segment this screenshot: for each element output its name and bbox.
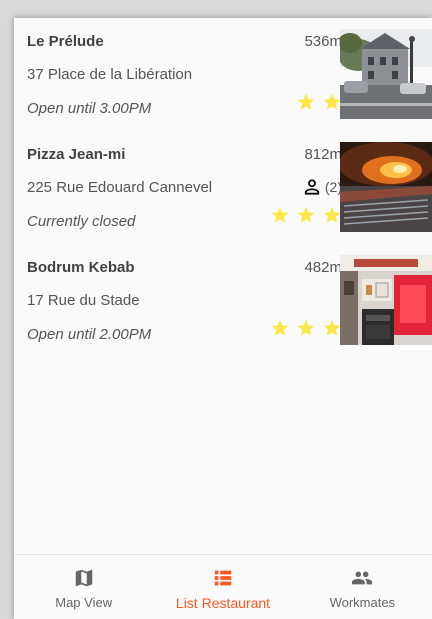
- person-outline-icon: [304, 179, 320, 195]
- restaurant-list[interactable]: Le Prélude 536m 37 Place de la Libératio…: [14, 18, 432, 357]
- app-screen: Le Prélude 536m 37 Place de la Libératio…: [14, 18, 432, 619]
- star-icon: [323, 319, 341, 336]
- rating-stars: [296, 92, 342, 112]
- star-icon: [297, 319, 315, 336]
- nav-label: List Restaurant: [175, 595, 271, 611]
- restaurant-hours: Open until 2.00PM: [27, 326, 152, 343]
- kebab-shop-photo: [340, 255, 432, 345]
- star-icon: [271, 206, 289, 223]
- restaurant-name: Le Prélude: [27, 33, 104, 50]
- workmates-count: (2): [302, 177, 342, 197]
- rating-stars: [270, 318, 342, 338]
- restaurant-address: 37 Place de la Libération: [27, 66, 193, 83]
- nav-label: Workmates: [329, 595, 396, 610]
- street-scene-photo: [340, 29, 432, 119]
- list-icon: [214, 570, 232, 586]
- star-icon: [323, 206, 341, 223]
- restaurant-address: 17 Rue du Stade: [27, 292, 140, 309]
- restaurant-name: Bodrum Kebab: [27, 259, 135, 276]
- nav-map-view[interactable]: Map View: [14, 555, 153, 619]
- star-icon: [297, 93, 315, 110]
- restaurant-name: Pizza Jean-mi: [27, 146, 126, 163]
- star-icon: [271, 319, 289, 336]
- restaurant-hours: Currently closed: [27, 213, 136, 230]
- restaurant-distance: 482m: [304, 259, 342, 276]
- restaurant-address: 225 Rue Edouard Cannevel: [27, 179, 213, 196]
- nav-label: Map View: [55, 595, 113, 610]
- map-icon: [75, 569, 92, 587]
- restaurant-row[interactable]: Le Prélude 536m 37 Place de la Libératio…: [14, 18, 432, 131]
- restaurant-distance: 812m: [304, 146, 342, 163]
- restaurant-row[interactable]: Bodrum Kebab 482m 17 Rue du Stade Open u…: [14, 244, 432, 357]
- people-icon: [352, 571, 373, 585]
- nav-workmates[interactable]: Workmates: [293, 555, 432, 619]
- restaurant-distance: 536m: [304, 33, 342, 50]
- nav-list-restaurant[interactable]: List Restaurant: [153, 555, 292, 619]
- bottom-navigation: Map View List Restaurant Workmates: [14, 554, 432, 619]
- restaurant-row[interactable]: Pizza Jean-mi 812m 225 Rue Edouard Canne…: [14, 131, 432, 244]
- pizza-oven-photo: [340, 142, 432, 232]
- star-icon: [297, 206, 315, 223]
- rating-stars: [270, 205, 342, 225]
- star-icon: [323, 93, 341, 110]
- restaurant-hours: Open until 3.00PM: [27, 100, 152, 117]
